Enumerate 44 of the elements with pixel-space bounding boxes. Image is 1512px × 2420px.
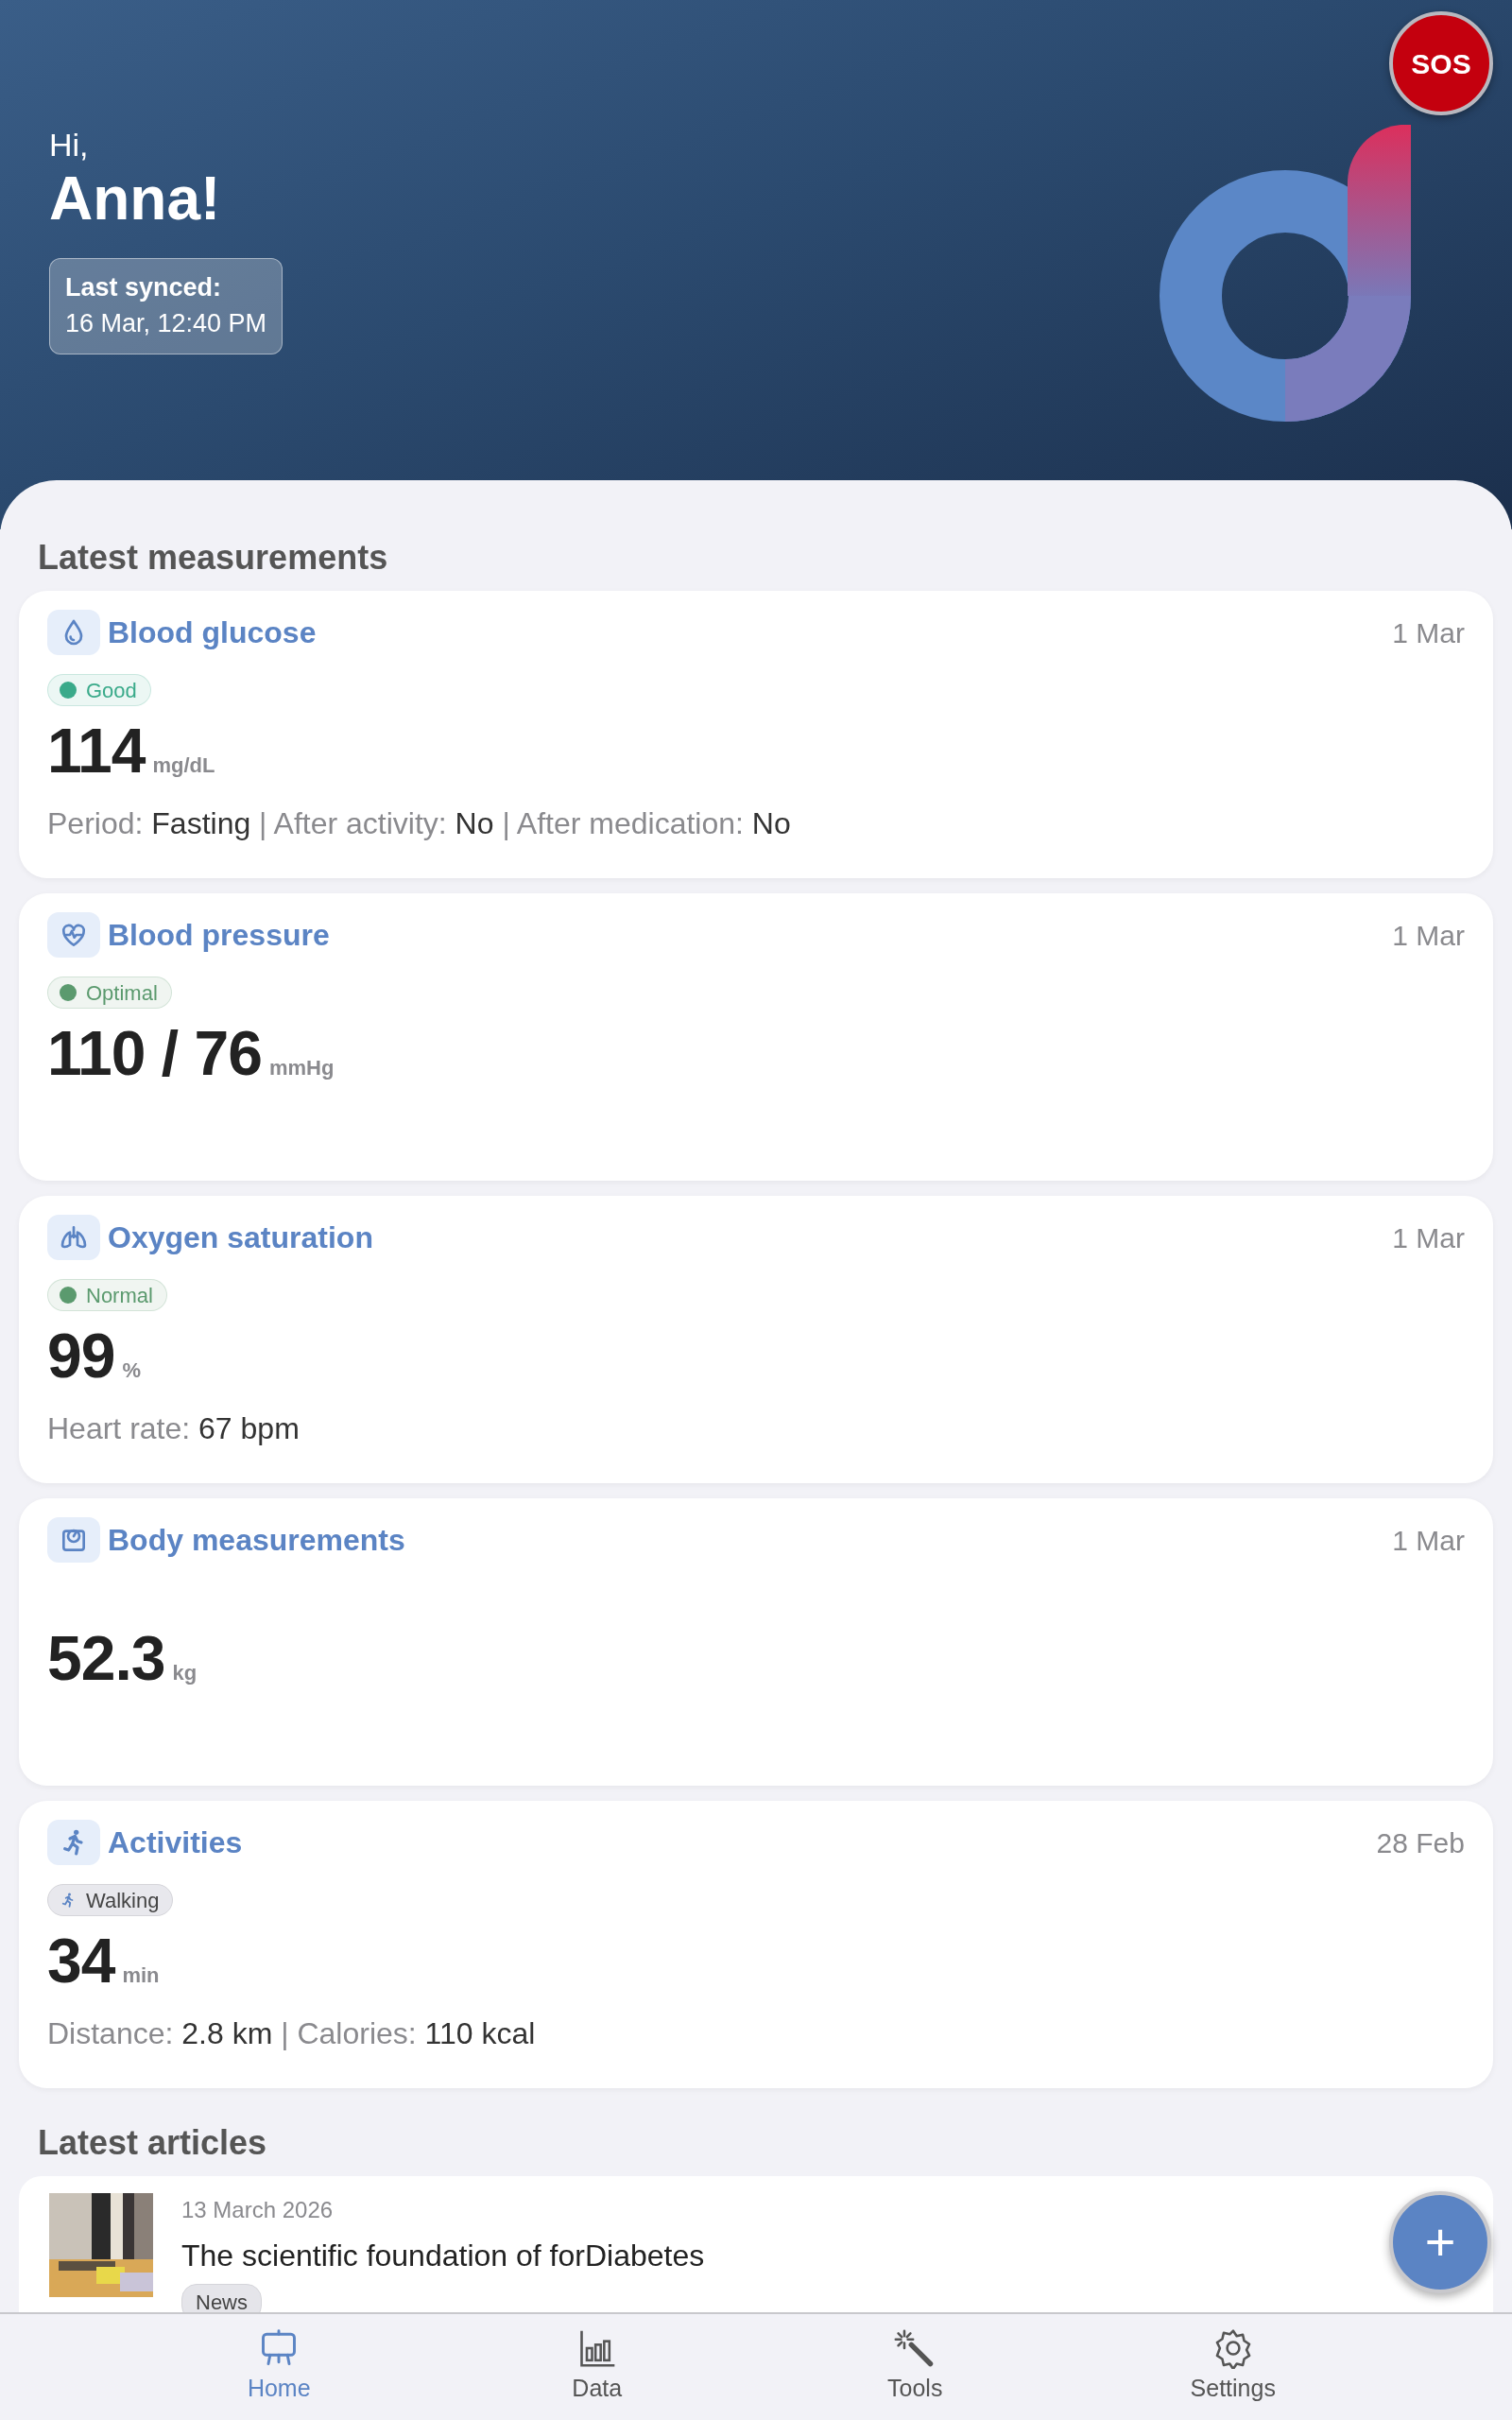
measurement-card[interactable]: Blood pressure 1 Mar Optimal 110 / 76 mmHg xyxy=(19,893,1493,1182)
date-text: 1 Mar xyxy=(1392,1220,1465,1255)
measurement-card[interactable]: Body measurements 1 Mar 52.3 kg xyxy=(19,1498,1493,1787)
sync-status: Last synced: 16 Mar, 12:40 PM xyxy=(49,258,284,354)
status-badge: Normal xyxy=(47,1279,167,1312)
nav-tab[interactable]: Data xyxy=(438,2314,756,2420)
measurement-card[interactable]: Oxygen saturation 1 Mar Normal 99% Heart rate: 67 bpm xyxy=(19,1196,1493,1484)
card-title: Body measurements xyxy=(108,1522,405,1560)
greeting-text: Hi, xyxy=(49,128,90,164)
card-title: Blood glucose xyxy=(108,614,317,652)
sos-button[interactable]: SOS xyxy=(1389,11,1493,115)
details-text: Period: Fasting | After activity: No | After medication: No xyxy=(47,805,792,843)
measurement-value: 114 xyxy=(47,719,146,783)
card-title: Activities xyxy=(108,1824,243,1862)
date-text: 1 Mar xyxy=(1392,615,1465,650)
article-date: 13 March 2026 xyxy=(181,2196,335,2225)
date-text: 28 Feb xyxy=(1376,1825,1465,1860)
unit-label: mg/dL xyxy=(152,752,215,780)
measurement-value: 52.3 xyxy=(47,1627,165,1690)
unit-label: kg xyxy=(172,1660,198,1687)
date-text: 1 Mar xyxy=(1392,1523,1465,1558)
measurement-card[interactable]: Activities 28 Feb Walking 34 min Distance: 2.8 km | Calories: 110 kcal xyxy=(19,1801,1493,2089)
user-name: Anna! xyxy=(49,164,222,235)
unit-label: mmHg xyxy=(268,1055,335,1082)
activity-badge: Walking xyxy=(47,1884,174,1917)
status-badge: Good xyxy=(47,674,151,707)
card-title: Blood pressure xyxy=(108,917,330,955)
measurement-value: 34 xyxy=(47,1929,115,1993)
measurement-value: 99 xyxy=(47,1324,115,1388)
details-text: Heart rate: 67 bpm xyxy=(47,1410,301,1448)
nav-tab[interactable]: Tools xyxy=(756,2314,1074,2420)
unit-label: min xyxy=(122,1962,160,1990)
section-title: Latest articles xyxy=(38,2122,268,2164)
status-badge: Optimal xyxy=(47,977,172,1010)
card-title: Oxygen saturation xyxy=(108,1219,373,1257)
details-text: Distance: 2.8 km | Calories: 110 kcal xyxy=(47,2015,537,2053)
unit-label: % xyxy=(122,1357,141,1385)
article-title: The scientific foundation of forDiabetes xyxy=(181,2238,705,2275)
tag-label: News xyxy=(181,2284,262,2313)
date-text: 1 Mar xyxy=(1392,918,1465,953)
nav-tab[interactable]: Settings xyxy=(1074,2314,1392,2420)
measurement-value: 110 / 76 xyxy=(47,1022,262,1085)
section-title: Latest measurements xyxy=(38,537,389,579)
measurement-card[interactable]: Blood glucose 1 Mar Good 114 mg/dL Period: Fasting | After activity: No | After medication: No xyxy=(19,591,1493,879)
